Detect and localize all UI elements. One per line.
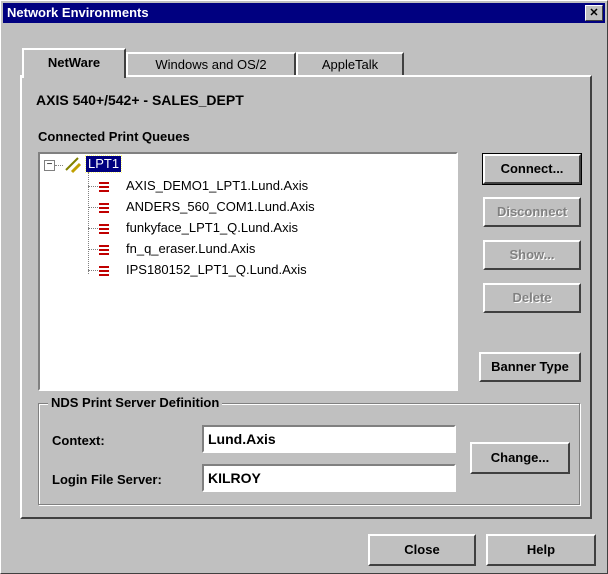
banner-type-button[interactable]: Banner Type — [479, 352, 581, 382]
close-button[interactable]: Close — [368, 534, 476, 566]
change-button[interactable]: Change... — [470, 442, 570, 474]
queue-item[interactable]: ANDERS_560_COM1.Lund.Axis — [126, 199, 315, 214]
print-queue-icon — [99, 266, 109, 276]
queue-item[interactable]: fn_q_eraser.Lund.Axis — [126, 241, 255, 256]
queues-heading: Connected Print Queues — [38, 129, 190, 144]
context-label: Context: — [52, 433, 105, 448]
help-button[interactable]: Help — [486, 534, 596, 566]
title-bar[interactable]: Network Environments ✕ — [3, 3, 605, 23]
show-button[interactable]: Show... — [483, 240, 581, 270]
context-field[interactable]: Lund.Axis — [202, 425, 456, 453]
print-queue-icon — [99, 182, 109, 192]
tab-windows-os2[interactable]: Windows and OS/2 — [126, 52, 296, 76]
print-queue-icon — [99, 203, 109, 213]
collapse-icon[interactable]: − — [44, 160, 55, 171]
close-icon[interactable]: ✕ — [585, 5, 603, 21]
print-queue-tree[interactable]: − LPT1 AXIS_DEMO1_LPT1.Lund.Axis ANDERS_… — [38, 152, 458, 391]
port-icon — [65, 157, 82, 174]
tab-appletalk[interactable]: AppleTalk — [296, 52, 404, 76]
nds-legend: NDS Print Server Definition — [48, 395, 223, 410]
window-title: Network Environments — [7, 5, 149, 20]
login-file-server-label: Login File Server: — [52, 472, 162, 487]
login-file-server-field[interactable]: KILROY — [202, 464, 456, 492]
connect-button[interactable]: Connect... — [482, 153, 582, 185]
print-queue-icon — [99, 224, 109, 234]
print-queue-icon — [99, 245, 109, 255]
queue-item[interactable]: IPS180152_LPT1_Q.Lund.Axis — [126, 262, 307, 277]
device-title: AXIS 540+/542+ - SALES_DEPT — [36, 92, 244, 108]
disconnect-button[interactable]: Disconnect — [483, 197, 581, 227]
tree-root-lpt1[interactable]: LPT1 — [84, 155, 123, 173]
delete-button[interactable]: Delete — [483, 283, 581, 313]
tab-netware[interactable]: NetWare — [22, 48, 126, 78]
queue-item[interactable]: AXIS_DEMO1_LPT1.Lund.Axis — [126, 178, 308, 193]
queue-item[interactable]: funkyface_LPT1_Q.Lund.Axis — [126, 220, 298, 235]
